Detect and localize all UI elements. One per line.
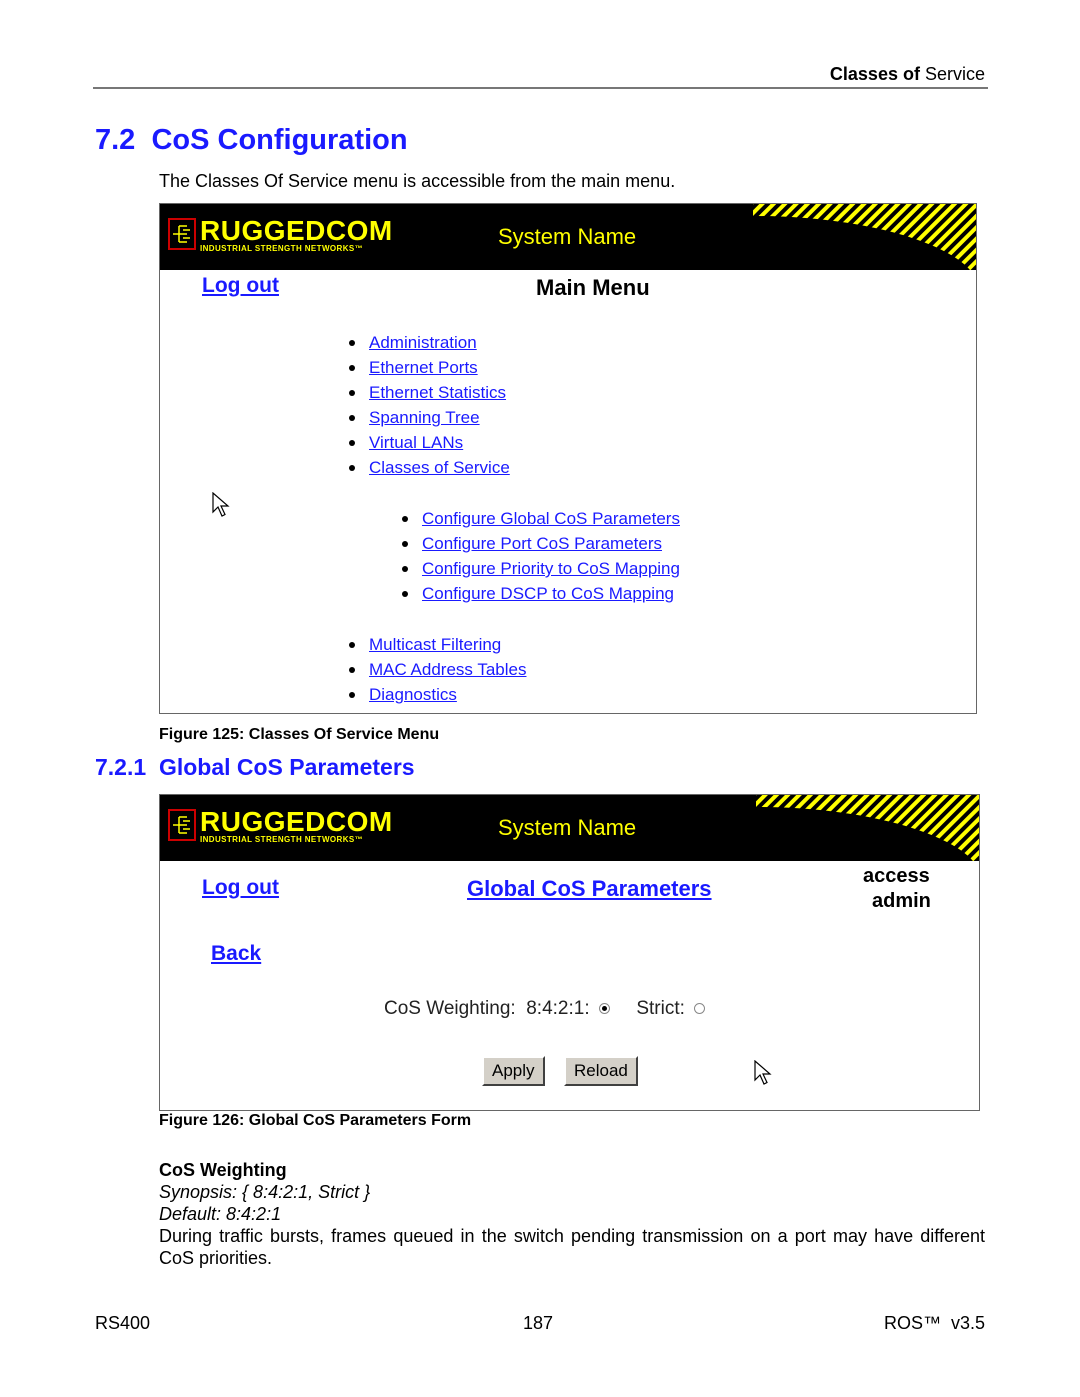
param-description: During traffic bursts, frames queued in …	[159, 1226, 985, 1268]
cos-submenu-list: Configure Global CoS Parameters Configur…	[400, 506, 680, 606]
submenu-item[interactable]: Configure Port CoS Parameters	[400, 531, 680, 556]
submenu-item[interactable]: Configure Global CoS Parameters	[400, 506, 680, 531]
main-menu-list-continued: Multicast Filtering MAC Address Tables D…	[347, 632, 526, 707]
menu-item[interactable]: Ethernet Ports	[347, 355, 510, 380]
logout-link[interactable]: Log out	[202, 876, 279, 900]
submenu-item[interactable]: Configure Priority to CoS Mapping	[400, 556, 680, 581]
system-name: System Name	[498, 224, 637, 249]
page-title-link[interactable]: Global CoS Parameters	[467, 876, 712, 902]
logo-wordmark: RUGGEDCOM	[200, 806, 393, 837]
logo-wordmark: RUGGEDCOM	[200, 215, 393, 246]
menu-item[interactable]: Virtual LANs	[347, 430, 510, 455]
ruggedcom-logo: RUGGEDCOM INDUSTRIAL STRENGTH NETWORKS™	[168, 806, 393, 845]
running-head-bold: Classes of	[829, 64, 920, 84]
access-value: admin	[872, 890, 931, 912]
figure-125-caption: Figure 125: Classes Of Service Menu	[159, 726, 440, 743]
section-heading: 7.2 CoS Configuration	[95, 124, 408, 157]
radio-8421[interactable]	[598, 1003, 610, 1015]
figure-126-caption: Figure 126: Global CoS Parameters Form	[159, 1112, 472, 1129]
cos-weighting-label: CoS Weighting:	[384, 998, 516, 1019]
network-tree-icon	[168, 809, 196, 841]
menu-item[interactable]: Diagnostics	[347, 682, 526, 707]
global-cos-screenshot: RUGGEDCOM INDUSTRIAL STRENGTH NETWORKS™ …	[159, 794, 980, 1111]
reload-button[interactable]: Reload	[564, 1056, 638, 1086]
mouse-cursor-icon	[212, 492, 230, 517]
radio-strict[interactable]	[694, 1003, 706, 1015]
system-name: System Name	[498, 815, 637, 840]
ruggedcom-banner: RUGGEDCOM INDUSTRIAL STRENGTH NETWORKS™ …	[160, 204, 976, 270]
section-number: 7.2	[95, 124, 136, 156]
subsection-heading: 7.2.1 Global CoS Parameters	[95, 754, 415, 781]
cos-weighting-field: CoS Weighting: 8:4:2:1: Strict:	[384, 998, 706, 1020]
hazard-stripes-decoration	[753, 204, 976, 270]
page-number: 187	[523, 1313, 554, 1333]
menu-item[interactable]: MAC Address Tables	[347, 657, 526, 682]
page-title: Main Menu	[536, 275, 650, 300]
subsection-number: 7.2.1	[95, 754, 147, 780]
menu-item[interactable]: Administration	[347, 330, 510, 355]
running-head: Classes of Service	[830, 64, 985, 85]
access-label: access	[863, 865, 930, 887]
running-head-normal: Service	[924, 64, 985, 84]
param-synopsis: Synopsis: { 8:4:2:1, Strict }	[159, 1182, 371, 1202]
header-rule	[93, 87, 988, 89]
submenu-item[interactable]: Configure DSCP to CoS Mapping	[400, 581, 680, 606]
option-label-strict: Strict:	[636, 998, 685, 1019]
ruggedcom-banner: RUGGEDCOM INDUSTRIAL STRENGTH NETWORKS™ …	[160, 795, 979, 861]
param-default: Default: 8:4:2:1	[159, 1204, 282, 1224]
hazard-stripes-decoration	[756, 795, 979, 861]
apply-button[interactable]: Apply	[482, 1056, 545, 1086]
menu-item[interactable]: Multicast Filtering	[347, 632, 526, 657]
mouse-cursor-icon	[754, 1060, 772, 1085]
menu-item[interactable]: Spanning Tree	[347, 405, 510, 430]
ruggedcom-logo: RUGGEDCOM INDUSTRIAL STRENGTH NETWORKS™	[168, 215, 393, 254]
main-menu-screenshot: RUGGEDCOM INDUSTRIAL STRENGTH NETWORKS™ …	[159, 203, 977, 714]
subsection-title: Global CoS Parameters	[158, 754, 415, 780]
option-label-8421: 8:4:2:1:	[526, 998, 590, 1019]
footer-left: RS400	[95, 1313, 151, 1333]
main-menu-list: Administration Ethernet Ports Ethernet S…	[347, 330, 510, 480]
section-title: CoS Configuration	[151, 124, 408, 156]
menu-item[interactable]: Classes of Service	[347, 455, 510, 480]
footer-right: ROS™ v3.5	[883, 1313, 985, 1333]
intro-text: The Classes Of Service menu is accessibl…	[159, 171, 676, 191]
logout-link[interactable]: Log out	[202, 274, 279, 298]
back-link[interactable]: Back	[211, 942, 261, 966]
menu-item[interactable]: Ethernet Statistics	[347, 380, 510, 405]
network-tree-icon	[168, 218, 196, 250]
param-name: CoS Weighting	[159, 1160, 287, 1180]
